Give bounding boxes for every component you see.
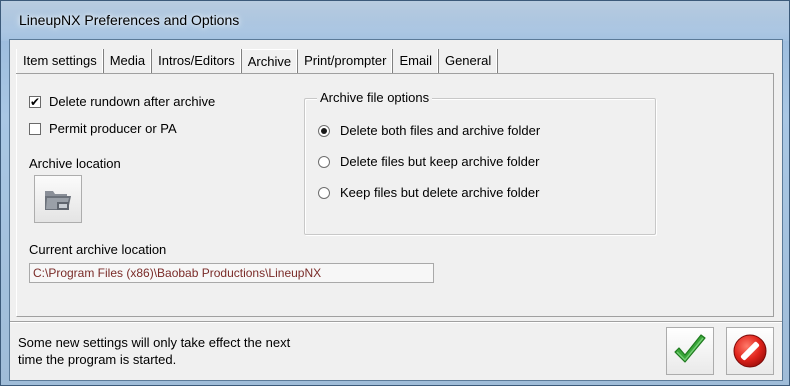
archive-panel: ✔ Delete rundown after archive Permit pr…: [16, 74, 774, 317]
radio-delete-files-keep-folder-label: Delete files but keep archive folder: [340, 154, 540, 169]
ok-button[interactable]: [666, 327, 714, 375]
tab-email[interactable]: Email: [393, 49, 439, 73]
current-location-field[interactable]: C:\Program Files (x86)\Baobab Production…: [29, 263, 434, 283]
settings-note-line2: time the program is started.: [18, 352, 177, 367]
tab-media[interactable]: Media: [104, 49, 153, 73]
radio-unselected-icon: [318, 186, 330, 199]
window-title: LineupNX Preferences and Options: [19, 12, 240, 28]
settings-note-line1: Some new settings will only take effect …: [18, 335, 291, 350]
settings-note: Some new settings will only take effect …: [18, 334, 290, 368]
cancel-button[interactable]: [726, 327, 774, 375]
radio-delete-both[interactable]: Delete both files and archive folder: [318, 123, 540, 138]
permit-producer-label: Permit producer or PA: [49, 121, 177, 136]
tab-intros-editors[interactable]: Intros/Editors: [152, 49, 242, 73]
radio-delete-files-keep-folder[interactable]: Delete files but keep archive folder: [318, 154, 539, 169]
current-location-label: Current archive location: [29, 242, 167, 257]
archive-location-label: Archive location: [29, 156, 121, 171]
radio-keep-files-delete-folder-label: Keep files but delete archive folder: [340, 185, 540, 200]
radio-delete-both-label: Delete both files and archive folder: [340, 123, 541, 138]
radio-keep-files-delete-folder[interactable]: Keep files but delete archive folder: [318, 185, 539, 200]
dialog-client: Item settings Media Intros/Editors Archi…: [9, 39, 783, 381]
archive-file-options-group: Archive file options Delete both files a…: [304, 90, 656, 235]
archive-location-button[interactable]: [34, 175, 82, 223]
tab-archive[interactable]: Archive: [241, 49, 299, 73]
tab-general[interactable]: General: [439, 49, 499, 73]
window-frame: LineupNX Preferences and Options Item se…: [0, 0, 790, 386]
tab-print-prompter[interactable]: Print/prompter: [298, 49, 394, 73]
delete-rundown-checkbox[interactable]: ✔ Delete rundown after archive: [29, 94, 215, 109]
folder-icon: [45, 191, 71, 210]
radio-selected-icon: [318, 124, 330, 137]
tab-strip: Item settings Media Intros/Editors Archi…: [16, 49, 499, 73]
archive-file-options-title: Archive file options: [317, 90, 433, 106]
checkbox-checked-icon: ✔: [29, 94, 41, 109]
checkbox-empty-icon: [29, 122, 41, 135]
delete-rundown-label: Delete rundown after archive: [49, 94, 216, 109]
check-mark: ✔: [29, 94, 41, 109]
no-entry-icon: [733, 334, 767, 368]
footer-separator: [10, 321, 782, 322]
checkmark-icon: [674, 334, 706, 363]
radio-unselected-icon: [318, 155, 330, 168]
tab-item-settings[interactable]: Item settings: [16, 49, 104, 73]
permit-producer-checkbox[interactable]: Permit producer or PA: [29, 121, 177, 136]
